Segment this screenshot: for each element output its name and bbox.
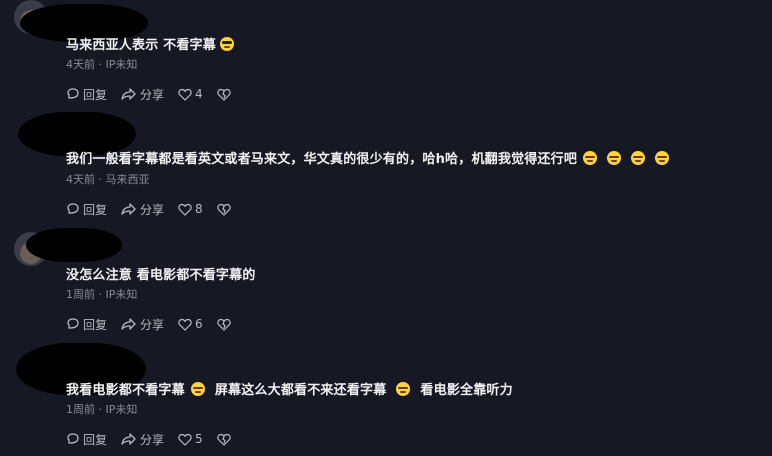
comment-actions: 回复 分享 5 [66, 431, 248, 447]
dislike-button[interactable] [216, 433, 234, 446]
comment-text-segment: 看电影全靠听力 [420, 383, 513, 398]
laugh-emoji-icon [631, 151, 646, 165]
like-count: 8 [195, 202, 203, 216]
comment-meta: 1周前 · IP未知 [66, 401, 137, 417]
reply-icon [67, 203, 79, 214]
comment-text-segment: 屏幕这么大都看不来还看字幕 [214, 383, 387, 398]
reply-button[interactable]: 回复 [66, 431, 107, 448]
broken-heart-icon [216, 88, 231, 101]
heart-icon [178, 88, 192, 101]
redacted-username [26, 228, 122, 262]
reply-icon [67, 433, 79, 444]
laugh-emoji-icon [607, 151, 622, 165]
comment-time: 4天前 [66, 173, 95, 186]
share-button[interactable]: 分享 [121, 86, 164, 103]
comment-item: 没怎么注意 看电影都不看字幕的 1周前 · IP未知 回复 分享 6 [0, 226, 772, 341]
reply-button[interactable]: 回复 [66, 316, 107, 333]
comment-text-segment: 我们一般看字幕都是看英文或者马来文，华文真的很少有的，哈h哈，机翻我觉得还行吧 [66, 152, 578, 167]
comment-location: 马来西亚 [105, 173, 150, 186]
meta-separator: · [98, 288, 103, 301]
share-button[interactable]: 分享 [121, 316, 164, 333]
like-button[interactable]: 4 [178, 87, 203, 101]
comment-time: 4天前 [66, 58, 95, 71]
comment-actions: 回复 分享 4 [66, 86, 248, 102]
share-icon [121, 433, 136, 445]
reply-icon [67, 88, 79, 99]
reply-button[interactable]: 回复 [66, 86, 107, 103]
share-button[interactable]: 分享 [121, 431, 164, 448]
heart-icon [178, 433, 192, 446]
reply-button[interactable]: 回复 [66, 201, 107, 218]
like-button[interactable]: 5 [178, 432, 203, 446]
reply-label: 回复 [83, 202, 108, 217]
cool-emoji-icon [219, 37, 234, 51]
comment-item: 我看电影都不看字幕 屏幕这么大都看不来还看字幕 看电影全靠听力 1周前 · IP未知… [0, 341, 772, 456]
share-icon [121, 318, 136, 330]
comment-text-segment: 我看电影都不看字幕 [66, 383, 185, 398]
meta-separator: · [98, 173, 103, 186]
share-icon [121, 88, 136, 100]
comment-actions: 回复 分享 6 [66, 316, 248, 332]
laugh-emoji-icon [583, 151, 598, 165]
comment-item: 马来西亚人表示 不看字幕 4天前 · IP未知 回复 分享 4 [0, 0, 772, 115]
heart-icon [178, 203, 192, 216]
comment-meta: 1周前 · IP未知 [66, 286, 137, 302]
share-icon [121, 203, 136, 215]
dislike-button[interactable] [216, 318, 234, 331]
meta-separator: · [98, 58, 103, 71]
reply-label: 回复 [83, 317, 108, 332]
comment-text-segment: 没怎么注意 看电影都不看字幕的 [66, 268, 256, 283]
dislike-button[interactable] [216, 88, 234, 101]
broken-heart-icon [216, 318, 231, 331]
broken-heart-icon [216, 433, 231, 446]
reply-label: 回复 [83, 87, 108, 102]
comment-meta: 4天前 · 马来西亚 [66, 171, 150, 187]
share-label: 分享 [140, 87, 165, 102]
laugh-emoji-icon [655, 151, 670, 165]
laugh-emoji-icon [190, 382, 205, 396]
share-label: 分享 [140, 202, 165, 217]
dislike-button[interactable] [216, 203, 234, 216]
comment-meta: 4天前 · IP未知 [66, 56, 137, 72]
comment-time: 1周前 [66, 288, 95, 301]
comment-text: 没怎么注意 看电影都不看字幕的 [66, 264, 256, 283]
comment-text: 马来西亚人表示 不看字幕 [66, 34, 238, 53]
share-label: 分享 [140, 317, 165, 332]
like-count: 6 [195, 317, 203, 331]
share-button[interactable]: 分享 [121, 201, 164, 218]
share-label: 分享 [140, 432, 165, 447]
like-count: 4 [195, 87, 203, 101]
laugh-emoji-icon [396, 382, 411, 396]
comment-item: 我们一般看字幕都是看英文或者马来文，华文真的很少有的，哈h哈，机翻我觉得还行吧 … [0, 110, 772, 225]
comment-location: IP未知 [105, 403, 138, 416]
reply-icon [67, 318, 79, 329]
like-count: 5 [195, 432, 203, 446]
meta-separator: · [98, 403, 103, 416]
comment-actions: 回复 分享 8 [66, 201, 248, 217]
comment-time: 1周前 [66, 403, 95, 416]
comment-text: 我看电影都不看字幕 屏幕这么大都看不来还看字幕 看电影全靠听力 [66, 379, 513, 398]
reply-label: 回复 [83, 432, 108, 447]
like-button[interactable]: 8 [178, 202, 203, 216]
comment-location: IP未知 [105, 58, 138, 71]
comment-location: IP未知 [105, 288, 138, 301]
broken-heart-icon [216, 203, 231, 216]
comment-text: 我们一般看字幕都是看英文或者马来文，华文真的很少有的，哈h哈，机翻我觉得还行吧 [66, 148, 673, 167]
heart-icon [178, 318, 192, 331]
like-button[interactable]: 6 [178, 317, 203, 331]
comment-text-segment: 马来西亚人表示 不看字幕 [66, 38, 216, 53]
